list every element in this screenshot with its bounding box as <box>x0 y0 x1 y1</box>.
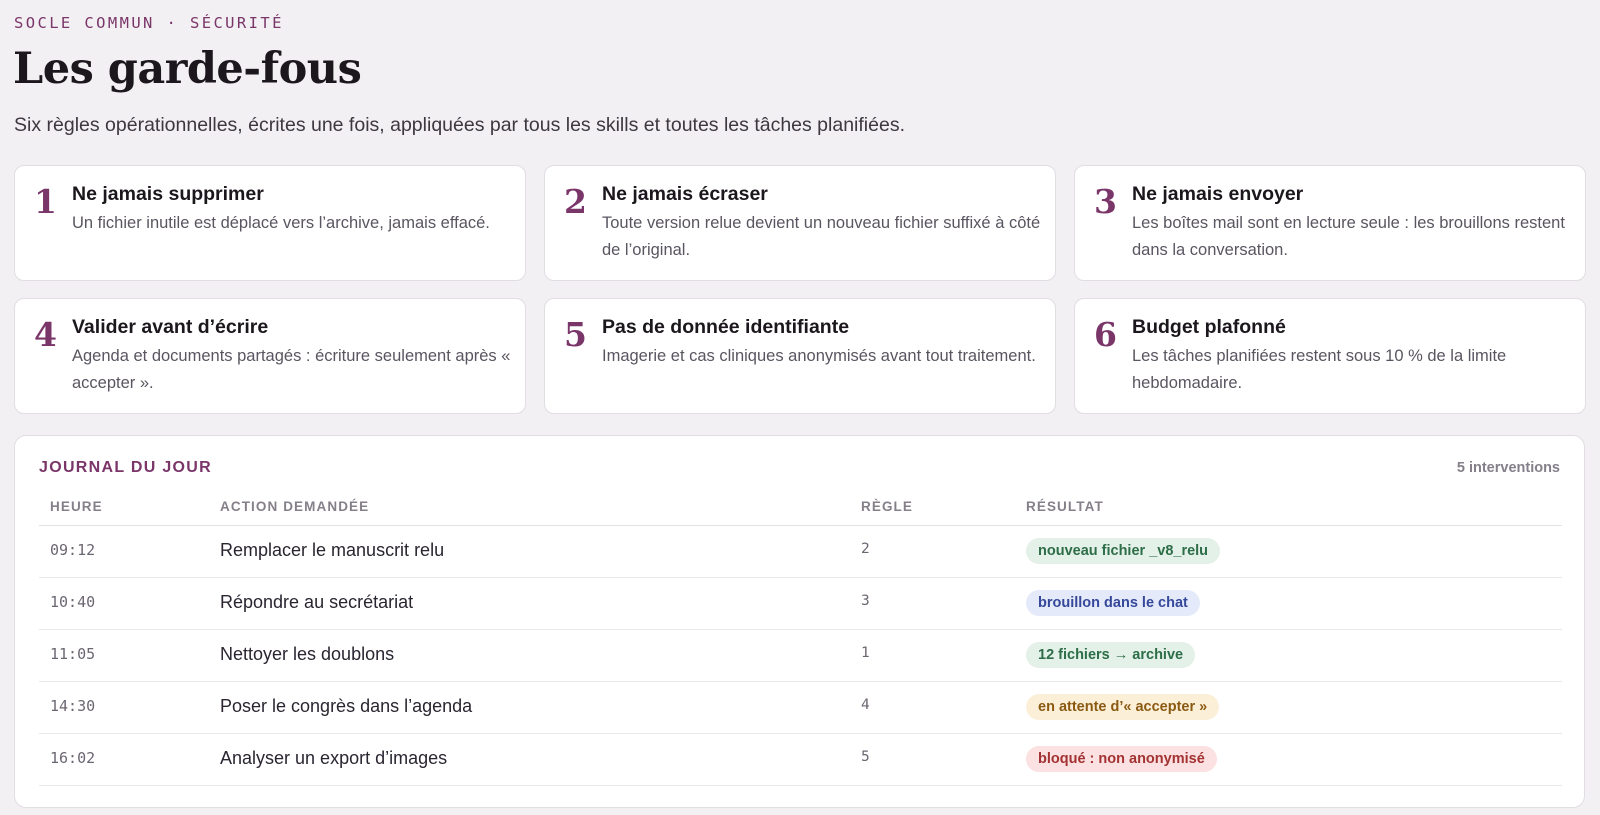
row-action: Répondre au secrétariat <box>220 592 414 612</box>
row-rule: 1 <box>861 645 870 661</box>
rule-title: Ne jamais envoyer <box>1132 183 1304 205</box>
rule-card-6: 6 Budget plafonné Les tâches planifiées … <box>1074 298 1586 414</box>
row-action: Remplacer le manuscrit relu <box>220 540 445 560</box>
rule-card-1: 1 Ne jamais supprimer Un fichier inutile… <box>14 165 526 281</box>
interventions-count: 5 interventions <box>1456 460 1560 476</box>
rule-title: Pas de donnée identifiante <box>602 316 850 338</box>
table-row: 11:05 Nettoyer les doublons 1 12 fichier… <box>39 630 1562 682</box>
rule-description: Agenda et documents partagés : écriture … <box>72 347 511 392</box>
table-row: 09:12 Remplacer le manuscrit relu 2 nouv… <box>39 526 1562 578</box>
row-rule: 2 <box>861 541 870 557</box>
result-badge: 12 fichiers → archive <box>1026 642 1196 668</box>
rule-title: Budget plafonné <box>1132 316 1286 338</box>
column-header-heure: HEURE <box>50 499 103 514</box>
rules-grid: 1 Ne jamais supprimer Un fichier inutile… <box>14 165 1586 414</box>
rule-number: 3 <box>1094 182 1117 221</box>
table-row: 14:30 Poser le congrès dans l’agenda 4 e… <box>39 682 1562 734</box>
rule-description: Imagerie et cas cliniques anonymisés ava… <box>602 347 1036 365</box>
result-badge: bloqué : non anonymisé <box>1026 746 1217 772</box>
result-badge: nouveau fichier _v8_relu <box>1026 538 1221 564</box>
rule-card-3: 3 Ne jamais envoyer Les boîtes mail sont… <box>1074 165 1586 281</box>
rule-description: Les tâches planifiées restent sous 10 % … <box>1132 347 1507 392</box>
rule-card-5: 5 Pas de donnée identifiante Imagerie et… <box>544 298 1056 414</box>
row-time: 16:02 <box>50 749 96 767</box>
rule-title: Ne jamais supprimer <box>72 183 264 205</box>
rule-number: 5 <box>564 315 587 354</box>
row-action: Nettoyer les doublons <box>220 644 395 664</box>
column-header-regle: RÈGLE <box>861 499 914 514</box>
page-subtitle: Six règles opérationnelles, écrites une … <box>14 114 905 136</box>
row-time: 09:12 <box>50 541 96 559</box>
row-time: 11:05 <box>50 645 96 663</box>
row-rule: 3 <box>861 593 870 609</box>
column-header-resultat: RÉSULTAT <box>1026 499 1104 514</box>
journal-title: JOURNAL DU JOUR <box>39 459 212 476</box>
table-header: HEURE ACTION DEMANDÉE RÈGLE RÉSULTAT <box>39 496 1562 526</box>
rule-description: Les boîtes mail sont en lecture seule : … <box>1132 214 1565 259</box>
row-action: Analyser un export d’images <box>220 748 448 768</box>
rule-description: Un fichier inutile est déplacé vers l’ar… <box>72 214 490 232</box>
rule-number: 4 <box>34 315 57 354</box>
rule-number: 6 <box>1094 315 1117 354</box>
row-rule: 4 <box>861 697 870 713</box>
row-time: 14:30 <box>50 697 96 715</box>
journal-table: HEURE ACTION DEMANDÉE RÈGLE RÉSULTAT 09:… <box>39 496 1562 786</box>
journal-panel: JOURNAL DU JOUR 5 interventions HEURE AC… <box>14 435 1585 808</box>
rule-description: Toute version relue devient un nouveau f… <box>602 214 1041 259</box>
row-action: Poser le congrès dans l’agenda <box>220 696 473 716</box>
result-badge: en attente d’« accepter » <box>1026 694 1220 720</box>
rule-number: 1 <box>34 182 57 221</box>
rule-card-4: 4 Valider avant d’écrire Agenda et docum… <box>14 298 526 414</box>
table-row: 16:02 Analyser un export d’images 5 bloq… <box>39 734 1562 786</box>
rule-number: 2 <box>564 182 587 221</box>
rule-title: Ne jamais écraser <box>602 183 768 205</box>
row-time: 10:40 <box>50 593 96 611</box>
result-badge: brouillon dans le chat <box>1026 590 1200 616</box>
row-rule: 5 <box>861 749 870 765</box>
column-header-action: ACTION DEMANDÉE <box>220 499 370 514</box>
page-title: Les garde-fous <box>13 44 362 94</box>
rule-card-2: 2 Ne jamais écraser Toute version relue … <box>544 165 1056 281</box>
table-row: 10:40 Répondre au secrétariat 3 brouillo… <box>39 578 1562 630</box>
rule-title: Valider avant d’écrire <box>72 316 269 338</box>
section-eyebrow: SOCLE COMMUN · SÉCURITÉ <box>14 14 284 32</box>
